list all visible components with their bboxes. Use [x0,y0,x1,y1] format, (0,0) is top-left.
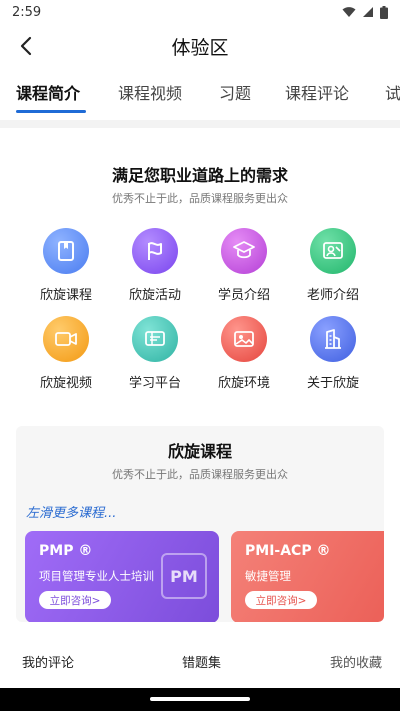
swipe-hint: 左滑更多课程... [26,506,117,521]
feature-item-about[interactable]: 关于欣旋 [289,316,377,391]
needs-title: 满足您职业道路上的需求 [111,166,288,185]
feature-item-students[interactable]: 学员介绍 [200,228,288,303]
my-comments-link[interactable]: 我的评论 [22,652,74,671]
courses-panel: 欣旋课程 优秀不止于此，品质课程服务更出众 左滑更多课程... PMP ® 项目… [16,426,384,622]
app-header: 体验区 [0,26,400,66]
tab-intro[interactable]: 课程简介 [16,80,80,104]
platform-icon [132,316,178,362]
course-card-title: PMP ® [39,543,93,559]
feature-item-platform[interactable]: 学习平台 [111,316,199,391]
flag-icon [132,228,178,274]
feature-item-videos[interactable]: 欣旋视频 [22,316,110,391]
tab-more[interactable]: 试 [385,80,400,104]
feature-item-activities[interactable]: 欣旋活动 [111,228,199,303]
signal-icon [363,7,373,17]
home-indicator[interactable] [150,697,250,701]
wifi-icon [342,7,356,17]
feature-item-teachers[interactable]: 老师介绍 [289,228,377,303]
book-icon [43,228,89,274]
course-card-title: PMI-ACP ® [245,543,331,559]
feature-item-environment[interactable]: 欣旋环境 [200,316,288,391]
feature-item-courses[interactable]: 欣旋课程 [22,228,110,303]
needs-subtitle: 优秀不止于此，品质课程服务更出众 [112,192,288,205]
image-icon [221,316,267,362]
video-icon [43,316,89,362]
course-card-pmi-acp[interactable]: PMI-ACP ® 敏捷管理 立即咨询> [231,531,384,622]
graduation-cap-icon [221,228,267,274]
consult-button[interactable]: 立即咨询> [39,591,111,609]
courses-subtitle: 优秀不止于此，品质课程服务更出众 [112,468,288,481]
status-time: 2:59 [12,4,42,20]
tab-exercises[interactable]: 习题 [219,80,251,104]
consult-button[interactable]: 立即咨询> [245,591,317,609]
course-card-desc: 敏捷管理 [245,569,291,583]
back-button[interactable] [12,32,40,60]
course-card-desc: 项目管理专业人士培训 [39,569,154,583]
wrong-questions-link[interactable]: 错题集 [182,652,221,671]
tab-videos[interactable]: 课程视频 [118,80,182,104]
active-tab-indicator [16,110,86,113]
battery-icon [380,5,388,19]
teacher-board-icon [310,228,356,274]
chevron-left-icon [20,36,32,56]
building-icon [310,316,356,362]
course-card-pmp[interactable]: PMP ® 项目管理专业人士培训 立即咨询> PM [25,531,219,622]
status-icons [342,5,388,19]
pm-badge-icon: PM [161,553,207,599]
bottom-links: 我的评论 错题集 我的收藏 [0,642,400,682]
tab-comments[interactable]: 课程评论 [285,80,349,104]
navigation-bar [0,688,400,711]
status-bar: 2:59 [0,0,400,24]
section-divider [0,120,400,128]
page-title: 体验区 [171,36,229,59]
my-favorites-link[interactable]: 我的收藏 [330,652,382,671]
courses-title: 欣旋课程 [167,442,232,461]
